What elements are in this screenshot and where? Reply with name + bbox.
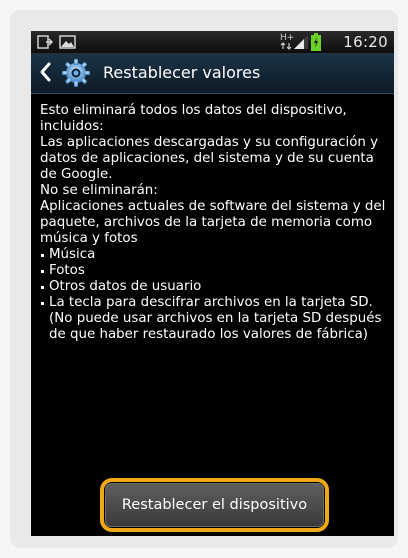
status-time: 16:20 bbox=[343, 33, 388, 51]
title-bar: Restablecer valores bbox=[31, 53, 394, 94]
list-item: La tecla para descifrar archivos en la t… bbox=[40, 295, 386, 343]
battery-icon bbox=[311, 33, 321, 51]
intro-text: Esto eliminará todos los datos del dispo… bbox=[40, 103, 347, 134]
page-title: Restablecer valores bbox=[103, 63, 261, 82]
image-icon bbox=[59, 35, 76, 49]
included-text: Las aplicaciones descargadas y su config… bbox=[40, 135, 379, 182]
status-bar: H+ 16:20 bbox=[31, 31, 394, 53]
list-item: Música bbox=[40, 247, 386, 263]
signal-icon bbox=[294, 35, 308, 49]
phone-screen: H+ 16:20 Restablecer valores Esto elimin… bbox=[31, 31, 394, 536]
reset-device-button[interactable]: Restablecer el dispositivo bbox=[105, 483, 324, 527]
not-deleted-heading: No se eliminarán: bbox=[40, 183, 158, 198]
kept-items-list: Música Fotos Otros datos de usuario La t… bbox=[40, 247, 386, 343]
back-chevron-icon[interactable] bbox=[38, 61, 52, 83]
network-icon bbox=[280, 42, 292, 50]
gear-icon bbox=[62, 59, 90, 87]
list-item: Fotos bbox=[40, 263, 386, 279]
reset-description: Esto eliminará todos los datos del dispo… bbox=[40, 103, 386, 343]
notification-icon bbox=[37, 35, 53, 49]
not-deleted-text: Aplicaciones actuales de software del si… bbox=[40, 199, 386, 246]
list-item: Otros datos de usuario bbox=[40, 279, 386, 295]
